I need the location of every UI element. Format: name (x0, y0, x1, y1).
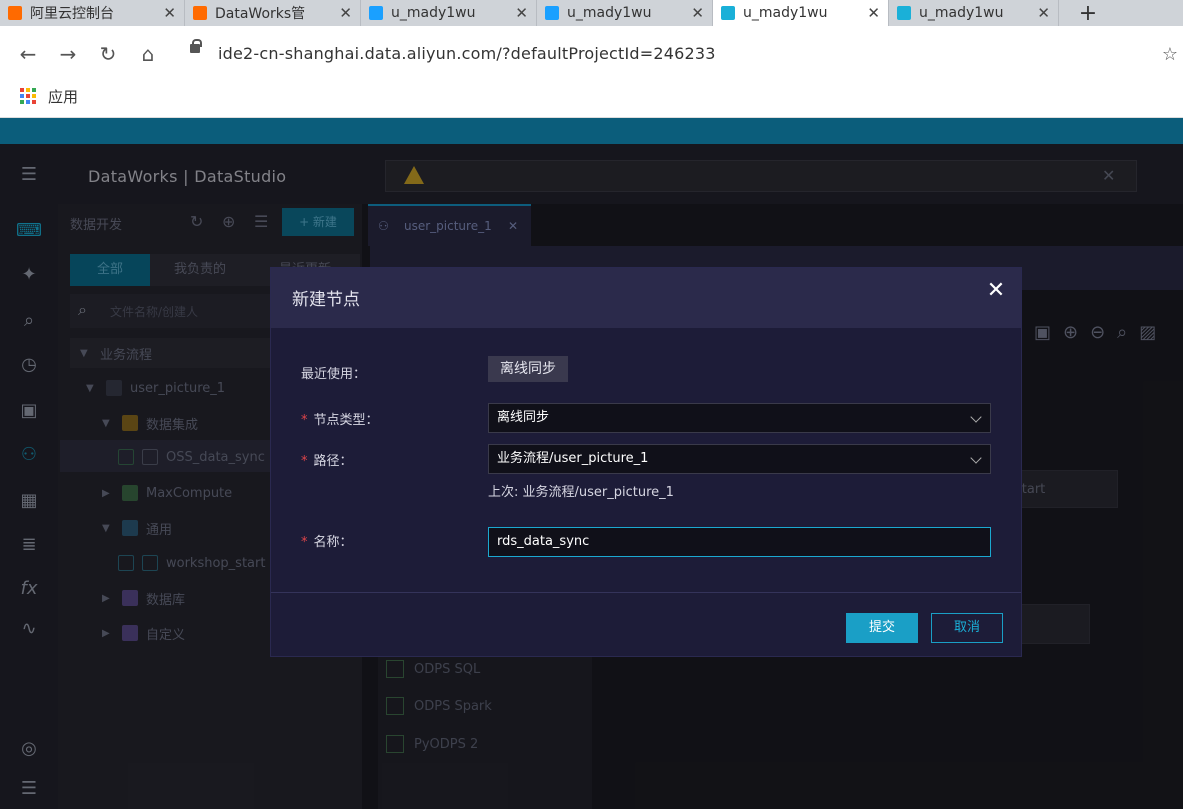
path-select[interactable]: 业务流程/user_picture_1 (488, 444, 991, 474)
dialog-title: 新建节点 (292, 290, 360, 310)
submit-button[interactable]: 提交 (846, 613, 918, 643)
node-type-select[interactable]: 离线同步 (488, 403, 991, 433)
path-label: * 路径： (301, 454, 353, 469)
bookmarks-bar (0, 80, 1183, 118)
close-icon[interactable]: ✕ (985, 280, 1007, 302)
browser-tab[interactable]: u_mady1wu ✕ (889, 0, 1059, 26)
dataworks-icon (721, 6, 735, 20)
close-icon[interactable]: ✕ (691, 4, 704, 22)
forward-icon[interactable]: → (56, 42, 80, 66)
apps-bookmark[interactable]: 应用 (48, 86, 78, 107)
recent-label: 最近使用： (301, 367, 367, 382)
home-icon[interactable]: ⌂ (136, 42, 160, 66)
browser-tab[interactable]: 阿里云控制台 ✕ (0, 0, 185, 26)
aliyun-icon (193, 6, 207, 20)
reload-icon[interactable]: ↻ (96, 42, 120, 66)
new-tab-button[interactable]: + (1073, 0, 1103, 26)
close-icon[interactable]: ✕ (1037, 4, 1050, 22)
browser-tab-active[interactable]: u_mady1wu ✕ (713, 0, 889, 26)
close-icon[interactable]: ✕ (515, 4, 528, 22)
browser-tab[interactable]: DataWorks管 ✕ (185, 0, 361, 26)
browser-tab[interactable]: u_mady1wu ✕ (537, 0, 713, 26)
grid-icon (545, 6, 559, 20)
name-input[interactable]: rds_data_sync (488, 527, 991, 557)
browser-tab[interactable]: u_mady1wu ✕ (361, 0, 537, 26)
address-bar[interactable]: ide2-cn-shanghai.data.aliyun.com/?defaul… (218, 44, 716, 63)
cloud-icon (369, 6, 383, 20)
notice-bar (0, 118, 1183, 144)
close-icon[interactable]: ✕ (339, 4, 352, 22)
recent-node-chip[interactable]: 离线同步 (488, 356, 568, 382)
bookmark-star-icon[interactable]: ☆ (1158, 42, 1182, 66)
close-icon[interactable]: ✕ (867, 4, 880, 22)
back-icon[interactable]: ← (16, 42, 40, 66)
chevron-down-icon (970, 452, 982, 464)
dataworks-icon (897, 6, 911, 20)
browser-tab-bar: 阿里云控制台 ✕ DataWorks管 ✕ u_mady1wu ✕ u_mady… (0, 0, 1183, 26)
aliyun-icon (8, 6, 22, 20)
dialog-divider (271, 592, 1021, 593)
cancel-button[interactable]: 取消 (931, 613, 1003, 643)
path-hint: 上次: 业务流程/user_picture_1 (488, 485, 674, 500)
chevron-down-icon (970, 411, 982, 423)
dialog-header (271, 268, 1021, 328)
lock-icon (190, 39, 202, 53)
name-label: * 名称： (301, 535, 353, 550)
close-icon[interactable]: ✕ (163, 4, 176, 22)
apps-grid-icon[interactable] (20, 88, 36, 104)
node-type-label: * 节点类型： (301, 413, 379, 428)
